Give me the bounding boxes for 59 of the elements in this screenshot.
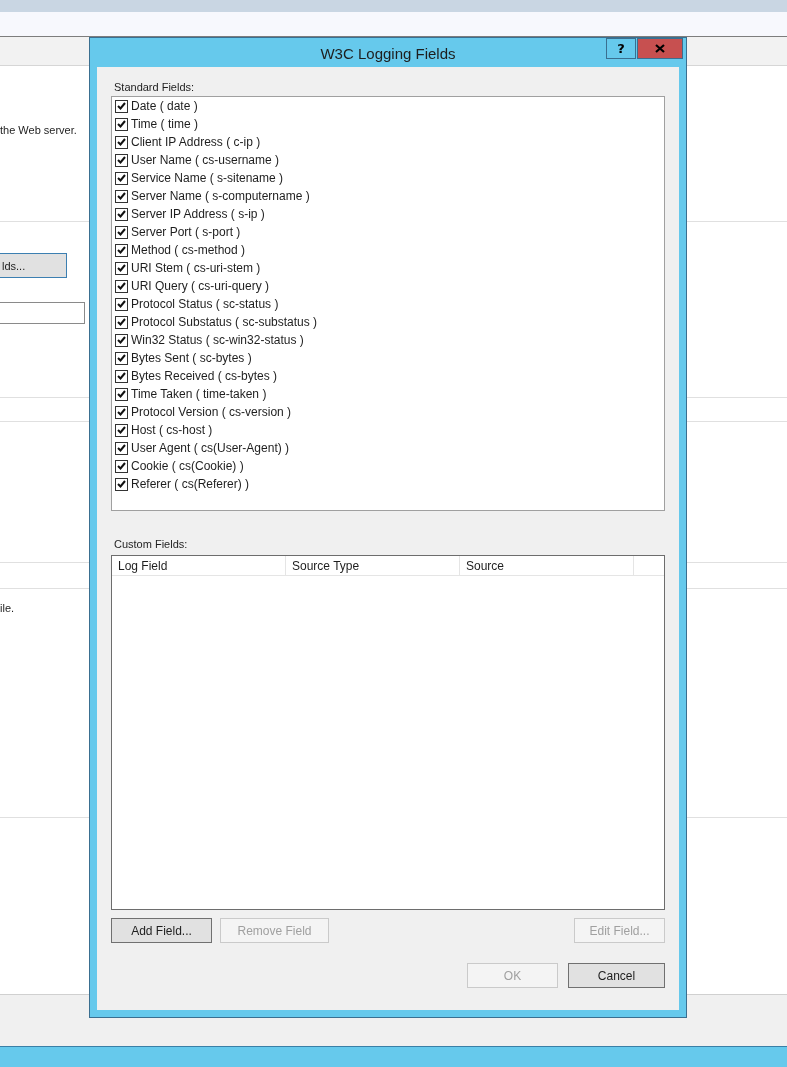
- checkbox[interactable]: [115, 171, 128, 185]
- field-label: Time ( time ): [131, 117, 198, 131]
- field-label: Host ( cs-host ): [131, 423, 213, 437]
- field-label: Win32 Status ( sc-win32-status ): [131, 333, 304, 347]
- field-label: Cookie ( cs(Cookie) ): [131, 459, 244, 473]
- checkbox[interactable]: [115, 153, 128, 167]
- field-label: Date ( date ): [131, 99, 198, 113]
- column-header[interactable]: Source Type: [286, 556, 460, 575]
- checkbox[interactable]: [115, 333, 128, 347]
- description-text: ile.: [0, 602, 15, 614]
- field-label: User Name ( cs-username ): [131, 153, 280, 167]
- field-label: Protocol Status ( sc-status ): [131, 297, 279, 311]
- field-label: User Agent ( cs(User-Agent) ): [131, 441, 290, 455]
- field-label: Referer ( cs(Referer) ): [131, 477, 249, 491]
- field-label: URI Query ( cs-uri-query ): [131, 279, 270, 293]
- column-header[interactable]: Log Field: [112, 556, 286, 575]
- field-label: Client IP Address ( c-ip ): [131, 135, 261, 149]
- checkbox[interactable]: [115, 117, 128, 131]
- field-label: URI Stem ( cs-uri-stem ): [131, 261, 261, 275]
- field-label: Bytes Sent ( sc-bytes ): [131, 351, 252, 365]
- field-button[interactable]: Add Field...: [111, 918, 212, 943]
- field-label: Protocol Version ( cs-version ): [131, 405, 292, 419]
- field-label: Server IP Address ( s-ip ): [131, 207, 265, 221]
- dialog-title: W3C Logging Fields: [320, 44, 456, 62]
- section-label: Custom Fields:: [114, 538, 189, 550]
- field-label: Time Taken ( time-taken ): [131, 387, 267, 401]
- checkbox[interactable]: [115, 387, 128, 401]
- column-header[interactable]: Source: [460, 556, 634, 575]
- checkbox[interactable]: [115, 279, 128, 293]
- field-label: Bytes Received ( cs-bytes ): [131, 369, 278, 383]
- field-label: Service Name ( s-sitename ): [131, 171, 284, 185]
- checkbox[interactable]: [115, 369, 128, 383]
- dialog-button[interactable]: Cancel: [568, 963, 665, 988]
- checkbox[interactable]: [115, 459, 128, 473]
- description-text: the Web server.: [0, 124, 77, 136]
- checkbox[interactable]: [115, 477, 128, 491]
- checkbox[interactable]: [115, 351, 128, 365]
- fields-button[interactable]: lds...: [0, 253, 67, 278]
- help-button[interactable]: ?: [606, 38, 636, 59]
- checkbox[interactable]: [115, 405, 128, 419]
- field-label: Server Name ( s-computername ): [131, 189, 310, 203]
- input-field[interactable]: [0, 302, 85, 324]
- field-label: Method ( cs-method ): [131, 243, 246, 257]
- close-icon: [655, 44, 665, 53]
- checkbox[interactable]: [115, 261, 128, 275]
- checkbox[interactable]: [115, 99, 128, 113]
- close-button[interactable]: [637, 38, 683, 59]
- checkbox[interactable]: [115, 189, 128, 203]
- checkbox[interactable]: [115, 441, 128, 455]
- checkbox[interactable]: [115, 243, 128, 257]
- section-label: Standard Fields:: [114, 81, 196, 93]
- field-label: Protocol Substatus ( sc-substatus ): [131, 315, 318, 329]
- checkbox[interactable]: [115, 135, 128, 149]
- checkbox[interactable]: [115, 225, 128, 239]
- checkbox[interactable]: [115, 207, 128, 221]
- checkbox[interactable]: [115, 297, 128, 311]
- checkbox[interactable]: [115, 423, 128, 437]
- field-label: Server Port ( s-port ): [131, 225, 241, 239]
- checkbox[interactable]: [115, 315, 128, 329]
